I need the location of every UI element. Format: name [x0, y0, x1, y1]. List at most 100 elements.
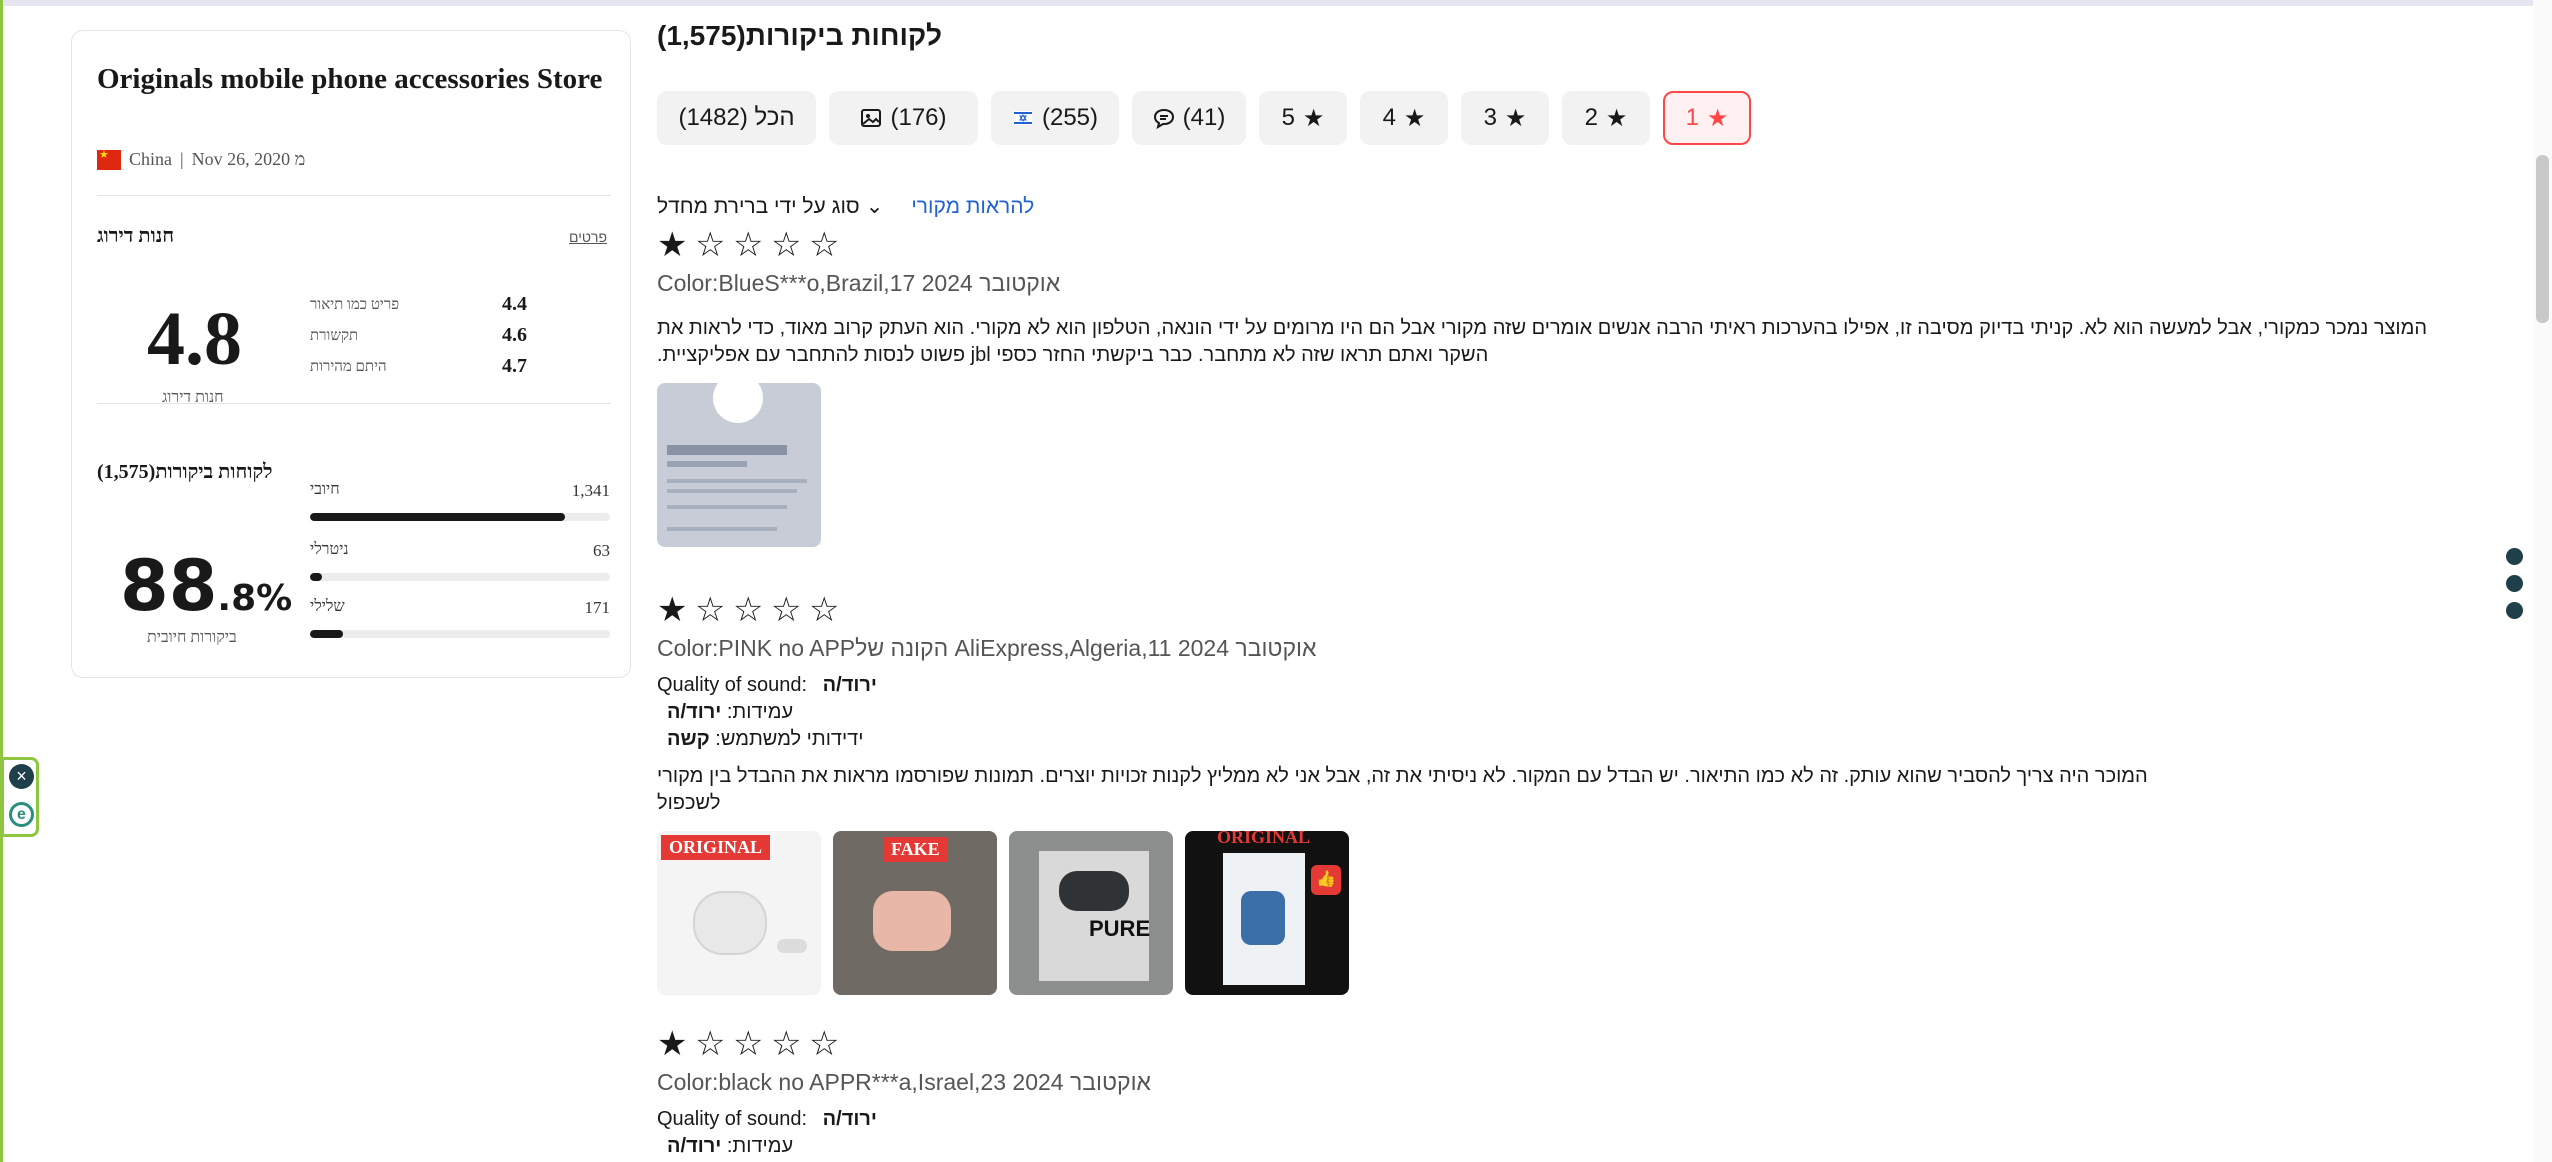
divider — [97, 195, 611, 196]
metric-shipping: היתם מהירות 4.7 — [310, 355, 620, 379]
filter-label: (176) — [890, 104, 947, 131]
dot — [2506, 575, 2523, 592]
star-empty-icon: ☆ — [695, 1025, 726, 1063]
review-attribute: Quality of sound: ירוד/ה — [657, 672, 2457, 699]
attr-name: ידידותי למשתמש: — [715, 728, 864, 750]
review-image[interactable]: ORIGINAL 👍 — [1185, 831, 1349, 995]
details-link[interactable]: פרטים — [569, 229, 607, 245]
scrollbar-thumb[interactable] — [2536, 155, 2549, 323]
sentiment-track — [310, 630, 610, 638]
close-icon[interactable]: × — [9, 764, 34, 789]
left-edge-bar — [0, 0, 3, 1162]
extension-widget: × e — [1, 757, 39, 837]
screenshot-text-line — [667, 461, 747, 467]
attr-name: עמידות: — [726, 701, 794, 723]
screenshot-text-line — [667, 527, 777, 531]
attr-value: ירוד/ה — [667, 1135, 722, 1157]
screenshot-text-line — [667, 505, 787, 509]
attr-name: Quality of sound: — [657, 674, 808, 696]
review-item: ★ ☆ ☆ ☆ ☆ Color:black no APPR***a,Israel… — [657, 1025, 2457, 1160]
sentiment-count: 63 — [593, 541, 610, 560]
metric-value: 4.4 — [502, 293, 527, 315]
divider — [97, 403, 611, 404]
filter-1-star[interactable]: 1 ★ — [1663, 91, 1751, 145]
store-rating-value: 4.8 — [147, 297, 242, 381]
screenshot-text-line — [667, 479, 807, 483]
review-attributes: Quality of sound: ירוד/ה עמידות: ירוד/ה … — [657, 672, 2457, 753]
filter-5-stars[interactable]: 5 ★ — [1259, 91, 1347, 145]
star-empty-icon: ☆ — [695, 591, 726, 629]
review-item: ★ ☆ ☆ ☆ ☆ Color:PINK no APPהקונה של AliE… — [657, 591, 2457, 995]
star-icon: ★ — [1302, 104, 1325, 132]
filter-local[interactable]: (255) — [991, 91, 1119, 145]
review-stars: ★ ☆ ☆ ☆ ☆ — [657, 226, 2457, 264]
review-attribute: עמידות: ירוד/ה — [657, 699, 2457, 726]
top-border — [0, 0, 2552, 6]
positive-label: ביקורות חיובית — [147, 629, 237, 646]
filter-with-images[interactable]: (176) — [829, 91, 978, 145]
filter-label: 4 — [1382, 104, 1396, 131]
review-attribute: Quality of sound: ירוד/ה — [657, 1106, 2457, 1133]
headphone-graphic — [713, 383, 763, 423]
review-meta: Color:PINK no APPהקונה של AliExpress,Alg… — [657, 635, 1317, 661]
filter-label: 3 — [1483, 104, 1497, 131]
review-text: המוכר היה צריך להסביר שהוא עותק. זה לא כ… — [657, 765, 2148, 814]
star-icon: ★ — [1706, 104, 1729, 132]
review-item: ★ ☆ ☆ ☆ ☆ Color:BlueS***o,Brazil,17 2024… — [657, 226, 2457, 547]
star-empty-icon: ☆ — [733, 226, 764, 264]
star-icon: ★ — [1403, 104, 1426, 132]
star-empty-icon: ☆ — [771, 226, 802, 264]
sentiment-track — [310, 513, 610, 521]
sentiment-fill — [310, 573, 322, 581]
review-image[interactable]: FAKE — [833, 831, 997, 995]
sort-dropdown[interactable]: סוג על ידי ברירת מחדל ⌄ — [657, 194, 883, 219]
earbuds-graphic — [693, 891, 767, 955]
store-rating-label: חנות דירוג — [162, 389, 224, 406]
screenshot-text-line — [667, 445, 787, 455]
reviews-title: לקוחות ביקורות(1,575) — [657, 20, 942, 51]
review-image[interactable]: PURE — [1009, 831, 1173, 995]
sentiment-label: שלילי — [310, 598, 345, 615]
image-label: FAKE — [883, 837, 948, 862]
star-empty-icon: ☆ — [771, 1025, 802, 1063]
star-empty-icon: ☆ — [733, 591, 764, 629]
star-icon: ★ — [1504, 104, 1527, 132]
review-attribute: ידידותי למשתמש: קשה — [657, 726, 2457, 753]
thumbs-up-icon: 👍 — [1311, 865, 1341, 895]
star-empty-icon: ☆ — [695, 226, 726, 264]
attr-value: ירוד/ה — [667, 701, 722, 723]
sentiment-negative: שלילי 171 — [310, 598, 610, 650]
review-text: המוצר נמכר כמקורי, אבל למעשה הוא לא. קני… — [657, 317, 2428, 366]
sort-row: סוג על ידי ברירת מחדל ⌄ להראות מקורי — [657, 194, 1034, 219]
store-name[interactable]: Originals mobile phone accessories Store — [97, 59, 617, 99]
extension-logo-icon[interactable]: e — [9, 802, 34, 827]
review-image[interactable] — [657, 383, 821, 547]
attr-value: ירוד/ה — [822, 1108, 877, 1130]
filter-comments[interactable]: (41) — [1132, 91, 1246, 145]
earbuds-graphic — [1241, 891, 1285, 945]
sentiment-fill — [310, 630, 343, 638]
review-image[interactable]: ORIGINAL — [657, 831, 821, 995]
more-options-icon[interactable] — [2506, 548, 2526, 619]
sentiment-label: ניטרלי — [310, 541, 349, 558]
store-rating-title: חנות דירוג — [97, 225, 175, 247]
positive-percentage: 88.8% — [120, 545, 292, 627]
positive-pct-number: 88 — [120, 545, 218, 627]
sentiment-track — [310, 573, 610, 581]
review-images — [657, 383, 2457, 547]
filter-2-stars[interactable]: 2 ★ — [1562, 91, 1650, 145]
show-original-link[interactable]: להראות מקורי — [911, 195, 1034, 219]
filter-4-stars[interactable]: 4 ★ — [1360, 91, 1448, 145]
filter-label: (41) — [1182, 104, 1226, 131]
filter-3-stars[interactable]: 3 ★ — [1461, 91, 1549, 145]
metric-label: תקשורת — [310, 328, 359, 344]
attr-value: קשה — [667, 728, 710, 750]
review-attributes: Quality of sound: ירוד/ה עמידות: ירוד/ה — [657, 1106, 2457, 1160]
filter-label: הכל (1482) — [678, 104, 795, 131]
sentiment-label: חיובי — [310, 481, 340, 498]
sentiment-count: 1,341 — [571, 481, 610, 500]
positive-pct-decimal: .8% — [217, 578, 293, 619]
sentiment-count: 171 — [584, 598, 611, 617]
filter-all[interactable]: הכל (1482) — [657, 91, 816, 145]
image-label: ORIGINAL — [661, 835, 771, 860]
